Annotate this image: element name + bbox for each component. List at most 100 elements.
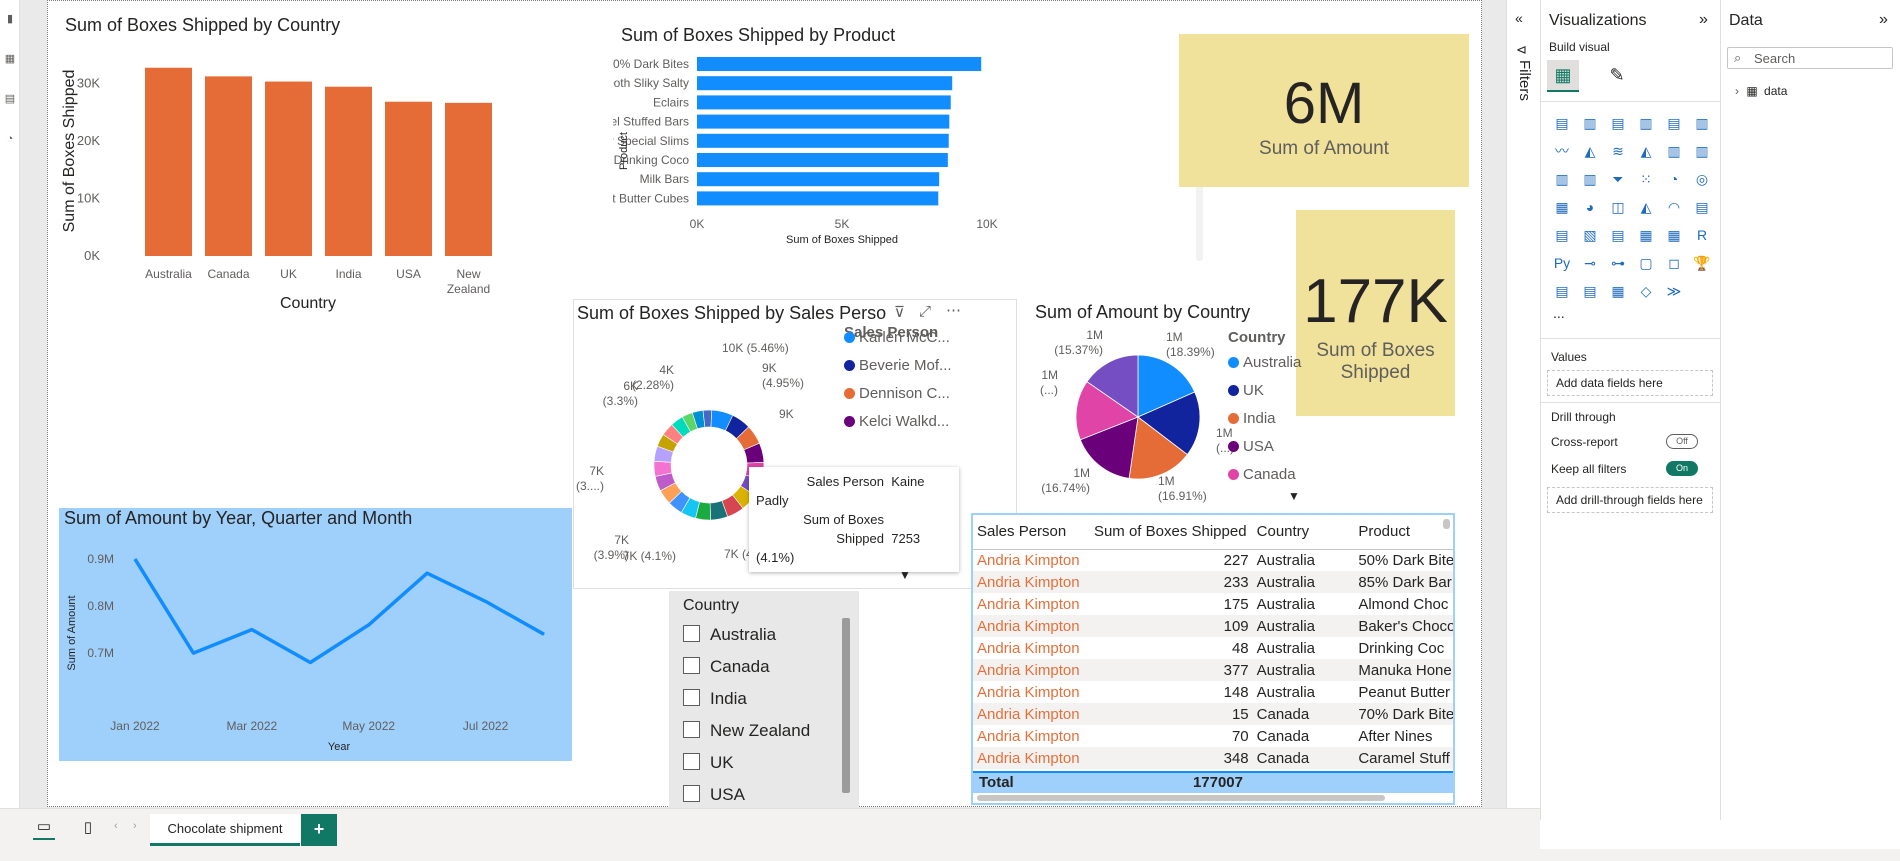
page-tab-chocolate-shipment[interactable]: Chocolate shipment: [150, 814, 300, 846]
slicer-item[interactable]: Canada: [683, 651, 859, 683]
checkbox[interactable]: [683, 657, 700, 674]
ribbon-icon[interactable]: ◭: [1635, 140, 1657, 162]
table-row[interactable]: Andria Kimpton 70 Canada After Nines: [973, 725, 1453, 747]
more-visuals-icon[interactable]: ...: [1553, 305, 1565, 321]
multi-row-card-icon[interactable]: ▤: [1551, 224, 1573, 246]
kpi-icon[interactable]: ▧: [1579, 224, 1601, 246]
map-icon[interactable]: ◕: [1579, 196, 1601, 218]
funnel-icon[interactable]: ⏷: [1607, 168, 1629, 190]
decomposition-tree-icon[interactable]: ⊶: [1607, 252, 1629, 274]
slicer-item[interactable]: India: [683, 683, 859, 715]
table-row[interactable]: Andria Kimpton 48 Australia Drinking Coc: [973, 637, 1453, 659]
table-row[interactable]: Andria Kimpton 148 Australia Peanut Butter: [973, 681, 1453, 703]
slicer-item[interactable]: Australia: [683, 619, 859, 651]
table-row[interactable]: Andria Kimpton 175 Australia Almond Choc: [973, 593, 1453, 615]
checkbox[interactable]: [683, 785, 700, 802]
desktop-layout-icon[interactable]: ▭: [33, 818, 55, 840]
stacked-area-icon[interactable]: ≋: [1607, 140, 1629, 162]
boxes-by-salesperson-chart[interactable]: Sum of Boxes Shipped by Sales Person ⊽ ⤢…: [573, 299, 1017, 589]
format-visual-tab-icon[interactable]: ✎: [1601, 60, 1633, 92]
table-row[interactable]: Andria Kimpton 348 Canada Caramel Stuff: [973, 747, 1453, 769]
amount-by-country-chart[interactable]: Sum of Amount by Country 1M (18.39%) 1M (..…: [1028, 299, 1308, 509]
slicer-item[interactable]: New Zealand: [683, 715, 859, 747]
collapse-viz-icon[interactable]: »: [1699, 11, 1708, 29]
legend-item[interactable]: UK: [1228, 377, 1318, 405]
qa-icon[interactable]: ▢: [1635, 252, 1657, 274]
slicer-item[interactable]: USA: [683, 779, 859, 811]
100-column-icon[interactable]: ▥: [1691, 112, 1713, 134]
donut-icon[interactable]: ◎: [1691, 168, 1713, 190]
key-influencers-icon[interactable]: ⊸: [1579, 252, 1601, 274]
line-stacked-icon[interactable]: ▥: [1579, 168, 1601, 190]
line-chart-icon[interactable]: 〰: [1551, 140, 1573, 162]
goals-icon[interactable]: 🏆: [1691, 252, 1713, 274]
legend-item[interactable]: Dennison C...: [844, 380, 950, 408]
vertical-scrollbar[interactable]: [1443, 519, 1450, 529]
r-visual-icon[interactable]: R: [1691, 224, 1713, 246]
boxes-by-country-chart[interactable]: Sum of Boxes Shipped by Country 0K 10K 20K…: [60, 11, 620, 381]
treemap-icon[interactable]: ▦: [1551, 196, 1573, 218]
column-header[interactable]: Country: [1252, 515, 1355, 550]
table-view-icon[interactable]: ▦: [3, 52, 17, 66]
slicer-scrollbar[interactable]: [842, 618, 850, 793]
clustered-column-icon[interactable]: ▥: [1635, 112, 1657, 134]
data-search-input[interactable]: ⌕ Search: [1727, 47, 1893, 69]
table-row[interactable]: Andria Kimpton 15 Canada 70% Dark Bite: [973, 703, 1453, 725]
narrative-icon[interactable]: ◻: [1663, 252, 1685, 274]
power-apps-icon[interactable]: ▤: [1579, 280, 1601, 302]
checkbox[interactable]: [683, 753, 700, 770]
filters-pane-collapsed[interactable]: « ⊲ Filters: [1506, 0, 1540, 820]
keep-all-filters-toggle[interactable]: On: [1666, 461, 1698, 476]
legend-item[interactable]: Kelci Walkd...: [844, 408, 949, 436]
legend-item[interactable]: USA: [1228, 433, 1318, 461]
prev-page-icon[interactable]: ‹: [114, 820, 118, 832]
add-drill-through-fields-well[interactable]: Add drill-through fields here: [1547, 487, 1713, 513]
line-column-icon[interactable]: ▥: [1663, 140, 1685, 162]
cross-report-toggle[interactable]: Off: [1666, 434, 1698, 449]
legend-item[interactable]: Beverie Mof...: [844, 352, 952, 380]
legend-item[interactable]: India: [1228, 405, 1318, 433]
legend-scroll-down-icon[interactable]: ▼: [1288, 489, 1300, 503]
table-icon[interactable]: ▦: [1635, 224, 1657, 246]
mobile-layout-icon[interactable]: ▯: [80, 818, 96, 840]
slicer-item[interactable]: UK: [683, 747, 859, 779]
expand-filters-icon[interactable]: «: [1515, 10, 1523, 26]
waterfall-icon[interactable]: ▥: [1691, 140, 1713, 162]
checkbox[interactable]: [683, 689, 700, 706]
table-row[interactable]: Andria Kimpton 109 Australia Baker's Choco: [973, 615, 1453, 637]
scatter-icon[interactable]: ⁙: [1635, 168, 1657, 190]
amount-by-date-chart[interactable]: Sum of Amount by Year, Quarter and Month…: [59, 508, 572, 761]
sum-of-boxes-card[interactable]: 177K Sum of Boxes Shipped: [1296, 210, 1455, 416]
tree-item-data[interactable]: › ▦ data: [1735, 84, 1787, 98]
column-header[interactable]: Sum of Boxes Shipped: [1089, 515, 1253, 550]
combo-icon[interactable]: ▥: [1551, 168, 1573, 190]
country-slicer[interactable]: Country Australia Canada India New Zealand U…: [669, 591, 859, 808]
table-row[interactable]: Andria Kimpton 233 Australia 85% Dark Bar: [973, 571, 1453, 593]
paginated-icon[interactable]: ▤: [1551, 280, 1573, 302]
power-automate-icon[interactable]: ▦: [1607, 280, 1629, 302]
collapse-data-icon[interactable]: »: [1879, 11, 1888, 29]
stacked-column-icon[interactable]: ▥: [1579, 112, 1601, 134]
azure-map-icon[interactable]: ◭: [1635, 196, 1657, 218]
next-page-icon[interactable]: ›: [133, 820, 137, 832]
table-row[interactable]: Andria Kimpton 377 Australia Manuka Hone: [973, 659, 1453, 681]
diamond-icon[interactable]: ◇: [1635, 280, 1657, 302]
area-chart-icon[interactable]: ◭: [1579, 140, 1601, 162]
add-data-fields-well[interactable]: Add data fields here: [1547, 370, 1713, 396]
card-icon[interactable]: ▤: [1691, 196, 1713, 218]
checkbox[interactable]: [683, 625, 700, 642]
legend-item[interactable]: Australia: [1228, 349, 1318, 377]
report-view-icon[interactable]: ▮: [3, 12, 17, 26]
clustered-bar-icon[interactable]: ▤: [1607, 112, 1629, 134]
table-row[interactable]: Andria Kimpton 227 Australia 50% Dark Bite: [973, 549, 1453, 571]
checkbox[interactable]: [683, 721, 700, 738]
column-header[interactable]: Product: [1354, 515, 1453, 550]
model-view-icon[interactable]: ▤: [3, 92, 17, 106]
legend-item[interactable]: Karlen McC...: [844, 324, 950, 352]
chevron-icon[interactable]: ≫: [1663, 280, 1685, 302]
horizontal-scrollbar[interactable]: [977, 795, 1385, 801]
filled-map-icon[interactable]: ◫: [1607, 196, 1629, 218]
stacked-bar-icon[interactable]: ▤: [1551, 112, 1573, 134]
boxes-by-product-chart[interactable]: Sum of Boxes Shipped by Product 50% Dark…: [613, 21, 1213, 301]
build-visual-tab-icon[interactable]: ▦: [1547, 60, 1579, 92]
